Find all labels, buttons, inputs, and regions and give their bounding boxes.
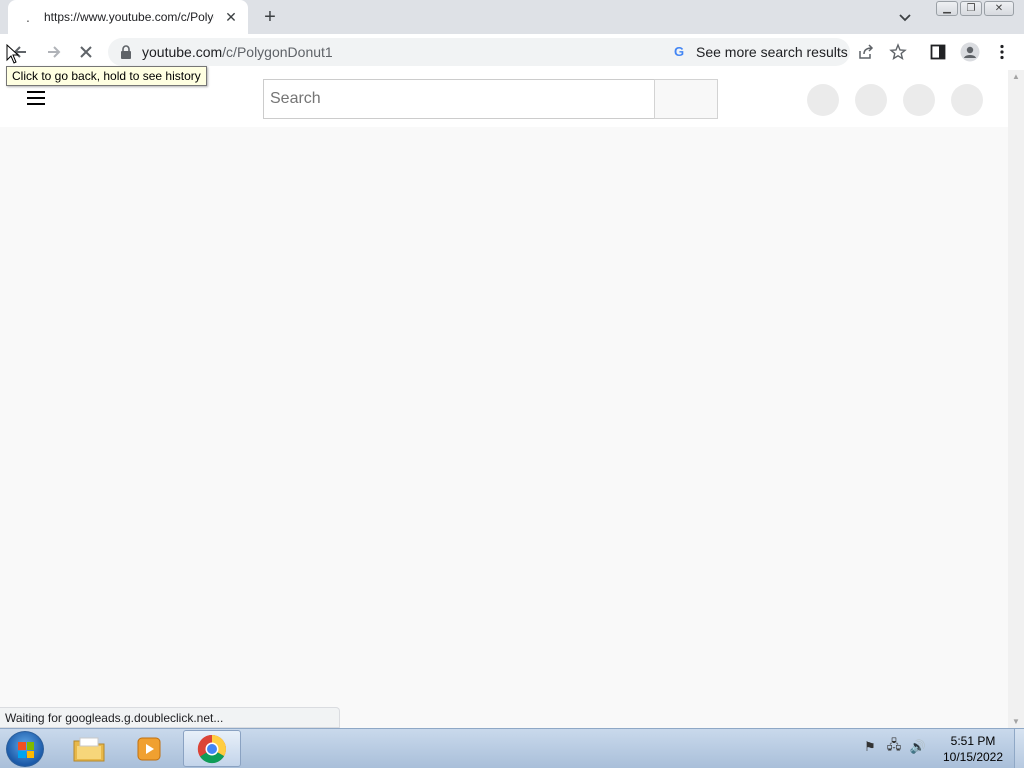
side-panel-icon[interactable] bbox=[928, 42, 948, 62]
lock-icon[interactable] bbox=[120, 45, 132, 59]
tab-favicon: . bbox=[26, 9, 30, 25]
placeholder-icon bbox=[903, 84, 935, 116]
volume-icon[interactable]: 🔊 bbox=[910, 739, 926, 755]
hamburger-menu-icon[interactable] bbox=[27, 91, 45, 105]
vertical-scrollbar[interactable]: ▲ ▼ bbox=[1008, 70, 1024, 728]
folder-icon bbox=[73, 737, 105, 761]
screen: . https://www.youtube.com/c/PolygonDonut… bbox=[0, 0, 1024, 768]
taskbar-clock[interactable]: 5:51 PM 10/15/2022 bbox=[938, 733, 1008, 765]
close-tab-icon[interactable]: ✕ bbox=[222, 8, 240, 26]
minimize-button[interactable]: ▁ bbox=[936, 1, 958, 16]
back-button-tooltip: Click to go back, hold to see history bbox=[6, 66, 207, 86]
kebab-menu-icon[interactable] bbox=[992, 42, 1012, 62]
status-bar: Waiting for googleads.g.doubleclick.net.… bbox=[0, 707, 340, 728]
tab-search-chevron-icon[interactable] bbox=[896, 8, 914, 26]
address-bar[interactable]: youtube.com/c/PolygonDonut1 G See more s… bbox=[108, 38, 850, 66]
url-text[interactable]: youtube.com/c/PolygonDonut1 bbox=[142, 44, 333, 60]
show-desktop-button[interactable] bbox=[1014, 729, 1024, 768]
new-tab-button[interactable]: + bbox=[259, 6, 281, 28]
windows-logo-icon bbox=[18, 742, 34, 758]
search-input-container[interactable] bbox=[263, 79, 655, 119]
browser-tab[interactable]: . https://www.youtube.com/c/PolygonDonut… bbox=[8, 0, 248, 34]
system-tray: ⚑ 🖧 🔊 bbox=[862, 737, 926, 755]
google-g-icon: G bbox=[674, 44, 685, 59]
clock-date: 10/15/2022 bbox=[942, 750, 1004, 764]
clock-time: 5:51 PM bbox=[950, 734, 996, 748]
mouse-cursor-icon bbox=[6, 44, 20, 64]
bookmark-star-icon[interactable] bbox=[888, 42, 908, 62]
search-button[interactable] bbox=[654, 79, 718, 119]
tab-title: https://www.youtube.com/c/PolygonDonut1 bbox=[44, 10, 214, 24]
media-player-icon bbox=[137, 737, 161, 760]
share-icon[interactable] bbox=[856, 42, 876, 62]
url-path: /c/PolygonDonut1 bbox=[222, 44, 333, 60]
network-icon[interactable]: 🖧 bbox=[886, 737, 902, 755]
scroll-down-arrow-icon[interactable]: ▼ bbox=[1012, 717, 1020, 726]
action-center-flag-icon[interactable]: ⚑ bbox=[862, 739, 878, 755]
close-window-button[interactable]: ✕ bbox=[984, 1, 1014, 16]
chrome-icon bbox=[197, 734, 226, 763]
placeholder-icon bbox=[855, 84, 887, 116]
start-button[interactable] bbox=[6, 731, 44, 767]
placeholder-avatar bbox=[951, 84, 983, 116]
forward-arrow-icon[interactable] bbox=[44, 42, 64, 62]
scroll-up-arrow-icon[interactable]: ▲ bbox=[1012, 72, 1020, 81]
window-controls: ▁ ❐ ✕ bbox=[936, 1, 1014, 16]
restore-button[interactable]: ❐ bbox=[960, 1, 982, 16]
taskbar-chrome[interactable] bbox=[183, 730, 241, 767]
stop-loading-icon[interactable] bbox=[76, 42, 96, 62]
tab-strip: . https://www.youtube.com/c/PolygonDonut… bbox=[0, 0, 1024, 34]
url-host: youtube.com bbox=[142, 44, 223, 60]
search-input[interactable] bbox=[264, 80, 654, 118]
taskbar-file-explorer[interactable] bbox=[60, 730, 118, 767]
see-more-search-results[interactable]: See more search results bbox=[696, 44, 848, 60]
profile-avatar-icon[interactable] bbox=[960, 42, 980, 62]
taskbar-media-player[interactable] bbox=[120, 730, 178, 767]
windows-taskbar: ⚑ 🖧 🔊 5:51 PM 10/15/2022 bbox=[0, 728, 1024, 768]
browser-toolbar: youtube.com/c/PolygonDonut1 G See more s… bbox=[0, 34, 1024, 70]
placeholder-icon bbox=[807, 84, 839, 116]
page-content bbox=[0, 70, 1008, 728]
